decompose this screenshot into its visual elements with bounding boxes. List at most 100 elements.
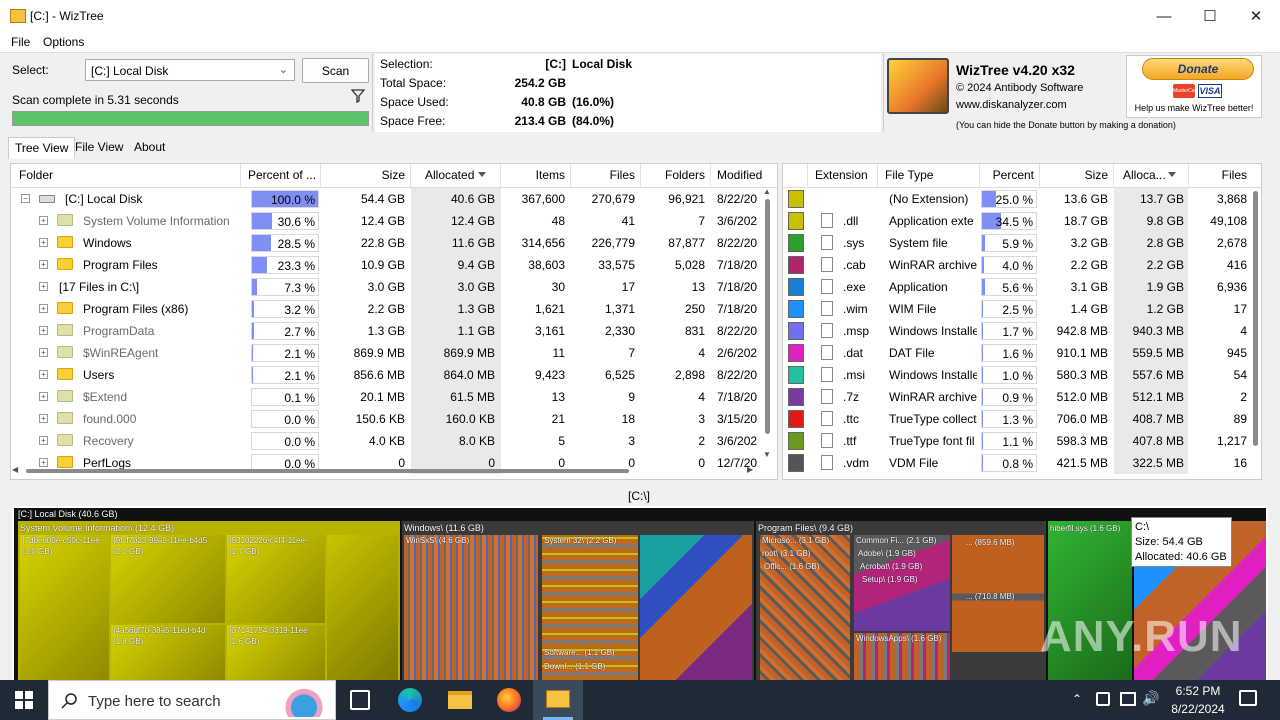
- tab-file-view[interactable]: File View: [69, 137, 129, 159]
- scan-button[interactable]: Scan: [302, 58, 369, 83]
- filter-icon[interactable]: [350, 89, 366, 104]
- expand-icon[interactable]: +: [39, 326, 48, 335]
- col-percent[interactable]: Percent: [980, 168, 1034, 182]
- file-type-table[interactable]: Extension File Type Percent Size Alloca.…: [782, 163, 1262, 480]
- expand-icon[interactable]: +: [39, 260, 48, 269]
- col-size[interactable]: Size: [321, 168, 405, 182]
- filetype-row[interactable]: .exe Application 5.6 % 3.1 GB 1.9 GB 6,936: [783, 276, 1251, 298]
- filetype-row[interactable]: .wim WIM File 2.5 % 1.4 GB 1.2 GB 17: [783, 298, 1251, 320]
- filetype-value: WinRAR archive: [889, 258, 977, 272]
- clock-time[interactable]: 6:52 PM: [1168, 684, 1228, 698]
- filetype-vertical-scrollbar[interactable]: [1251, 187, 1261, 477]
- tree-row[interactable]: + System Volume Information 30.6 % 12.4 GB 1…: [11, 210, 763, 232]
- filetype-row[interactable]: .sys System file 5.9 % 3.2 GB 2.8 GB 2,678: [783, 232, 1251, 254]
- col-folders[interactable]: Folders: [641, 168, 705, 182]
- tree-vertical-scrollbar[interactable]: ▲ ▼: [763, 187, 773, 462]
- brand-site-link[interactable]: www.diskanalyzer.com: [956, 99, 1067, 111]
- filetype-row[interactable]: (No Extension) 25.0 % 13.6 GB 13.7 GB 3,868: [783, 188, 1251, 210]
- filetype-row[interactable]: .msp Windows Installe 1.7 % 942.8 MB 940.3 M…: [783, 320, 1251, 342]
- network-icon[interactable]: [1096, 692, 1110, 706]
- chevron-up-icon[interactable]: ⌃: [1072, 692, 1082, 706]
- col-extension[interactable]: Extension: [815, 168, 868, 182]
- folder-tree-table[interactable]: Folder Percent of ... Size Allocated Ite…: [10, 163, 778, 480]
- expand-icon[interactable]: +: [39, 216, 48, 225]
- extension-value: .msp: [843, 324, 870, 338]
- volume-icon[interactable]: 🔊: [1142, 690, 1159, 707]
- windows-start-icon[interactable]: [14, 690, 34, 710]
- taskbar-search-box[interactable]: Type here to search: [48, 680, 336, 720]
- expand-icon[interactable]: +: [39, 282, 48, 291]
- col-modified[interactable]: Modified: [717, 168, 762, 182]
- treemap-block[interactable]: [952, 535, 1044, 681]
- close-button[interactable]: ✕: [1233, 0, 1279, 32]
- tab-about[interactable]: About: [128, 137, 171, 159]
- expand-icon[interactable]: +: [39, 304, 48, 313]
- filetype-row[interactable]: .dat DAT File 1.6 % 910.1 MB 559.5 MB 945: [783, 342, 1251, 364]
- col-items[interactable]: Items: [501, 168, 565, 182]
- size-value: 706.0 MB: [1056, 412, 1108, 426]
- filetype-row[interactable]: .ttf TrueType font fil 1.1 % 598.3 MB 407.8 …: [783, 430, 1251, 452]
- system-folder-icon: [57, 390, 73, 402]
- col-allocated[interactable]: Alloca...: [1123, 168, 1166, 182]
- col-percent[interactable]: Percent of ...: [248, 168, 316, 182]
- extension-value: .dll: [843, 214, 859, 228]
- scan-status: Scan complete in 5.31 seconds: [12, 93, 179, 107]
- col-size[interactable]: Size: [1040, 168, 1108, 182]
- display-icon[interactable]: [1120, 692, 1136, 706]
- tree-row[interactable]: + $Extend 0.1 % 20.1 MB 61.5 MB 13 9 4 7/18/20: [11, 386, 763, 408]
- task-view-icon[interactable]: [350, 690, 370, 710]
- col-files[interactable]: Files: [1189, 168, 1247, 182]
- file-explorer-icon[interactable]: [448, 691, 472, 709]
- filetype-row[interactable]: .ttc TrueType collecti 1.3 % 706.0 MB 408.7 …: [783, 408, 1251, 430]
- folders-value: 96,921: [668, 192, 705, 206]
- tree-row[interactable]: + Recovery 0.0 % 4.0 KB 8.0 KB 5 3 2 3/6/202: [11, 430, 763, 452]
- color-swatch: [788, 190, 804, 208]
- notification-icon[interactable]: [1239, 690, 1257, 706]
- maximize-button[interactable]: ☐: [1187, 0, 1233, 32]
- treemap-block[interactable]: [327, 535, 398, 680]
- edge-browser-icon[interactable]: [398, 688, 422, 712]
- expand-icon[interactable]: +: [39, 414, 48, 423]
- menu-options[interactable]: Options: [43, 35, 84, 49]
- clock-date[interactable]: 8/22/2024: [1163, 702, 1233, 716]
- expand-icon[interactable]: +: [39, 348, 48, 357]
- filetype-row[interactable]: .msi Windows Installe 1.0 % 580.3 MB 557.6 M…: [783, 364, 1251, 386]
- tree-row[interactable]: + Windows 28.5 % 22.8 GB 11.6 GB 314,656 226,7…: [11, 232, 763, 254]
- minimize-button[interactable]: —: [1141, 0, 1187, 32]
- filetype-row[interactable]: .dll Application exte 34.5 % 18.7 GB 9.8 GB 4…: [783, 210, 1251, 232]
- expand-icon[interactable]: −: [21, 194, 30, 203]
- treemap-block[interactable]: [20, 535, 109, 680]
- treemap-block[interactable]: [404, 535, 538, 681]
- treemap-block[interactable]: [640, 535, 752, 681]
- donate-button[interactable]: Donate: [1142, 58, 1254, 80]
- menu-file[interactable]: File: [11, 35, 30, 49]
- expand-icon[interactable]: +: [39, 436, 48, 445]
- filetype-row[interactable]: .vdm VDM File 0.8 % 421.5 MB 322.5 MB 16: [783, 452, 1251, 474]
- tree-row[interactable]: + ProgramData 2.7 % 1.3 GB 1.1 GB 3,161 2,330 8…: [11, 320, 763, 342]
- tree-row[interactable]: + Program Files (x86) 3.2 % 2.2 GB 1.3 GB 1,6…: [11, 298, 763, 320]
- tree-horizontal-scrollbar[interactable]: ◀ ▶: [12, 465, 764, 477]
- treemap-block[interactable]: [542, 535, 638, 681]
- tab-tree-view[interactable]: Tree View: [8, 137, 76, 159]
- drive-select[interactable]: [C:] Local Disk ⌄: [85, 59, 295, 81]
- expand-icon[interactable]: +: [39, 238, 48, 247]
- col-files[interactable]: Files: [571, 168, 635, 182]
- taskbar-wiztree-button[interactable]: [533, 680, 583, 720]
- filetype-row[interactable]: .cab WinRAR archive 4.0 % 2.2 GB 2.2 GB 416: [783, 254, 1251, 276]
- col-allocated[interactable]: Allocated: [425, 168, 474, 182]
- tree-row[interactable]: + found.000 0.0 % 150.6 KB 160.0 KB 21 18 3 3/15…: [11, 408, 763, 430]
- expand-icon[interactable]: +: [39, 370, 48, 379]
- col-file-type[interactable]: File Type: [885, 168, 933, 182]
- firefox-icon[interactable]: [497, 688, 521, 712]
- tree-row[interactable]: − [C:] Local Disk 100.0 % 54.4 GB 40.6 GB 367…: [11, 188, 763, 210]
- tree-row[interactable]: + Program Files 23.3 % 10.9 GB 9.4 GB 38,603 3…: [11, 254, 763, 276]
- expand-icon[interactable]: +: [39, 392, 48, 401]
- tree-row[interactable]: + $WinREAgent 2.1 % 869.9 MB 869.9 MB 11 7 4 2/6…: [11, 342, 763, 364]
- tree-row[interactable]: + Users 2.1 % 856.6 MB 864.0 MB 9,423 6,525 2,8…: [11, 364, 763, 386]
- treemap-root-label: [C:] Local Disk (40.6 GB): [18, 509, 118, 519]
- treemap-label: Offic... (1.6 GB): [764, 562, 820, 571]
- tree-row[interactable]: + [17 Files in C:\] 7.3 % 3.0 GB 3.0 GB 30 17 1…: [11, 276, 763, 298]
- col-folder[interactable]: Folder: [19, 168, 53, 182]
- percent-bar: 1.3 %: [981, 410, 1037, 428]
- filetype-row[interactable]: .7z WinRAR archive 0.9 % 512.0 MB 512.1 MB 2: [783, 386, 1251, 408]
